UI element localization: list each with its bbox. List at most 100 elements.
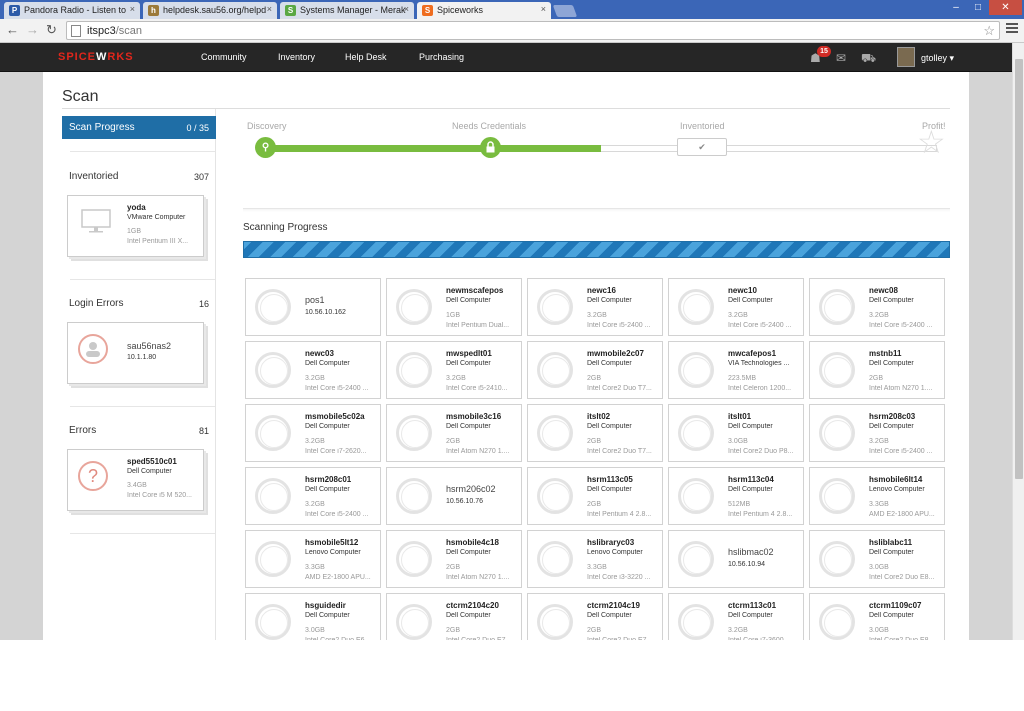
device-card[interactable]: hslibraryc03 Lenovo Computer 3.3GB Intel Co…: [527, 530, 663, 588]
device-card[interactable]: hsrm208c03 Dell Computer 3.2GB Intel Core i…: [809, 404, 945, 462]
tab-title: Spiceworks: [437, 5, 484, 15]
device-card[interactable]: newmscafepos Dell Computer 1GB Intel Pentiu…: [386, 278, 522, 336]
device-card[interactable]: hsrm113c04 Dell Computer 512MB Intel Pentiu…: [668, 467, 804, 525]
device-cpu: Intel Core2 Duo E8...: [869, 637, 941, 640]
device-type: Dell Computer: [728, 423, 773, 430]
device-card[interactable]: mwmobile2c07 Dell Computer 2GB Intel Core2 …: [527, 341, 663, 399]
device-name: newc16: [587, 286, 616, 295]
device-card[interactable]: itslt02 Dell Computer 2GB Intel Core2 Duo T…: [527, 404, 663, 462]
forward-button[interactable]: →: [26, 22, 39, 38]
device-card[interactable]: hsrm113c05 Dell Computer 2GB Intel Pentium …: [527, 467, 663, 525]
new-tab-button[interactable]: [552, 5, 578, 17]
nav-purchasing[interactable]: Purchasing: [419, 52, 464, 62]
device-card[interactable]: hsrm206c02 10.56.10.76: [386, 467, 522, 525]
device-cpu: Intel Core i5-2400 ...: [305, 385, 369, 392]
device-memory: 2GB: [587, 627, 602, 634]
device-card[interactable]: mstnb11 Dell Computer 2GB Intel Atom N270 1…: [809, 341, 945, 399]
device-card[interactable]: newc08 Dell Computer 3.2GB Intel Core i5-24…: [809, 278, 945, 336]
device-name: mwspedlt01: [446, 349, 492, 358]
device-type: 10.56.10.162: [305, 309, 346, 316]
tab-title: helpdesk.sau56.org/helpd: [163, 5, 267, 15]
browser-menu-icon[interactable]: [1006, 23, 1018, 35]
device-card[interactable]: hsmobile6lt14 Lenovo Computer 3.3GB AMD E2-…: [809, 467, 945, 525]
scan-progress-header[interactable]: Scan Progress 0 / 35: [62, 116, 216, 139]
device-cpu: Intel Core i5 M 520...: [127, 492, 192, 499]
messages-icon[interactable]: ✉: [836, 51, 846, 65]
device-memory: 3.3GB: [869, 501, 889, 508]
login-error-card[interactable]: sau56nas2 10.1.1.80: [67, 322, 204, 384]
scrollbar-thumb[interactable]: [1015, 59, 1023, 479]
close-tab-icon[interactable]: ×: [541, 4, 546, 14]
address-bar[interactable]: itspc3/scan ☆: [66, 21, 1000, 40]
status-ring-icon: [678, 478, 714, 514]
avatar[interactable]: [897, 47, 915, 67]
device-name: itslt01: [728, 412, 752, 421]
device-card[interactable]: hsrm208c01 Dell Computer 3.2GB Intel Core i…: [245, 467, 381, 525]
device-card[interactable]: ctcrm113c01 Dell Computer 3.2GB Intel Core …: [668, 593, 804, 640]
device-name: hslibmac02: [728, 547, 774, 557]
device-card[interactable]: ctcrm1109c07 Dell Computer 3.0GB Intel Core…: [809, 593, 945, 640]
status-ring-icon: [537, 289, 573, 325]
status-ring-icon: [255, 478, 291, 514]
browser-tab-meraki[interactable]: S Systems Manager - Merak ×: [280, 2, 414, 19]
device-card[interactable]: itslt01 Dell Computer 3.0GB Intel Core2 Duo…: [668, 404, 804, 462]
device-card[interactable]: hsguidedir Dell Computer 3.0GB Intel Core2 …: [245, 593, 381, 640]
status-ring-icon: [396, 415, 432, 451]
device-cpu: Intel Core2 Duo P8...: [728, 448, 794, 455]
device-card[interactable]: hsmobile5lt12 Lenovo Computer 3.3GB AMD E2-…: [245, 530, 381, 588]
device-card[interactable]: hsliblabc11 Dell Computer 3.0GB Intel Core2…: [809, 530, 945, 588]
bookmark-star-icon[interactable]: ☆: [983, 23, 995, 39]
user-icon: [78, 334, 108, 364]
device-memory: 3.2GB: [728, 627, 748, 634]
device-card[interactable]: mwcafepos1 VIA Technologies ... 223.5MB Int…: [668, 341, 804, 399]
device-type: Dell Computer: [728, 486, 773, 493]
maximize-button[interactable]: □: [967, 0, 989, 15]
device-cpu: AMD E2-1800 APU...: [305, 574, 371, 581]
star-icon: ☆: [917, 124, 946, 160]
cart-icon[interactable]: ⛟: [861, 51, 876, 67]
device-card[interactable]: hslibmac02 10.56.10.94: [668, 530, 804, 588]
errors-title: Errors: [69, 425, 97, 436]
device-card[interactable]: newc16 Dell Computer 3.2GB Intel Core i5-24…: [527, 278, 663, 336]
status-ring-icon: [819, 415, 855, 451]
device-type: Dell Computer: [869, 549, 914, 556]
back-button[interactable]: ←: [6, 22, 19, 38]
status-ring-icon: [396, 604, 432, 640]
device-card[interactable]: msmobile3c16 Dell Computer 2GB Intel Atom N…: [386, 404, 522, 462]
browser-tab-pandora[interactable]: P Pandora Radio - Listen to ×: [4, 2, 140, 19]
device-card[interactable]: ctcrm2104c20 Dell Computer 2GB Intel Core2 …: [386, 593, 522, 640]
device-card[interactable]: mwspedlt01 Dell Computer 3.2GB Intel Core i…: [386, 341, 522, 399]
nav-community[interactable]: Community: [201, 52, 247, 62]
spiceworks-logo[interactable]: SPICEWRKS: [58, 51, 134, 63]
nav-inventory[interactable]: Inventory: [278, 52, 315, 62]
nav-help-desk[interactable]: Help Desk: [345, 52, 387, 62]
device-card[interactable]: pos1 10.56.10.162: [245, 278, 381, 336]
device-card[interactable]: newc10 Dell Computer 3.2GB Intel Core i5-24…: [668, 278, 804, 336]
device-name: hsliblabc11: [869, 538, 913, 547]
status-ring-icon: [396, 289, 432, 325]
error-card[interactable]: ? sped5510c01 Dell Computer 3.4GB Intel …: [67, 449, 204, 511]
browser-tab-helpdesk[interactable]: h helpdesk.sau56.org/helpd ×: [143, 2, 277, 19]
close-tab-icon[interactable]: ×: [404, 4, 409, 14]
close-tab-icon[interactable]: ×: [130, 4, 135, 14]
device-card[interactable]: ctcrm2104c19 Dell Computer 2GB Intel Core2 …: [527, 593, 663, 640]
status-ring-icon: [537, 541, 573, 577]
inventoried-card[interactable]: yoda VMware Computer 1GB Intel Pentium I…: [67, 195, 204, 257]
device-memory: 3.2GB: [869, 312, 889, 319]
close-window-button[interactable]: ✕: [989, 0, 1022, 15]
device-card[interactable]: msmobile5c02a Dell Computer 3.2GB Intel Cor…: [245, 404, 381, 462]
reload-button[interactable]: ↻: [46, 22, 57, 38]
user-menu[interactable]: gtolley ▾: [921, 53, 954, 64]
stage-label-needs-credentials: Needs Credentials: [452, 121, 527, 131]
device-type: Dell Computer: [869, 612, 914, 619]
close-tab-icon[interactable]: ×: [267, 4, 272, 14]
device-card[interactable]: hsmobile4c18 Dell Computer 2GB Intel Atom N…: [386, 530, 522, 588]
page-scrollbar[interactable]: [1012, 43, 1024, 640]
device-cpu: Intel Core i5-2400 ...: [869, 322, 933, 329]
device-cpu: Intel Pentium Dual...: [446, 322, 510, 329]
device-name: pos1: [305, 295, 325, 305]
device-card[interactable]: newc03 Dell Computer 3.2GB Intel Core i5-24…: [245, 341, 381, 399]
minimize-button[interactable]: –: [945, 0, 967, 15]
browser-tab-spiceworks[interactable]: S Spiceworks ×: [417, 2, 551, 19]
device-type: Dell Computer: [305, 360, 350, 367]
